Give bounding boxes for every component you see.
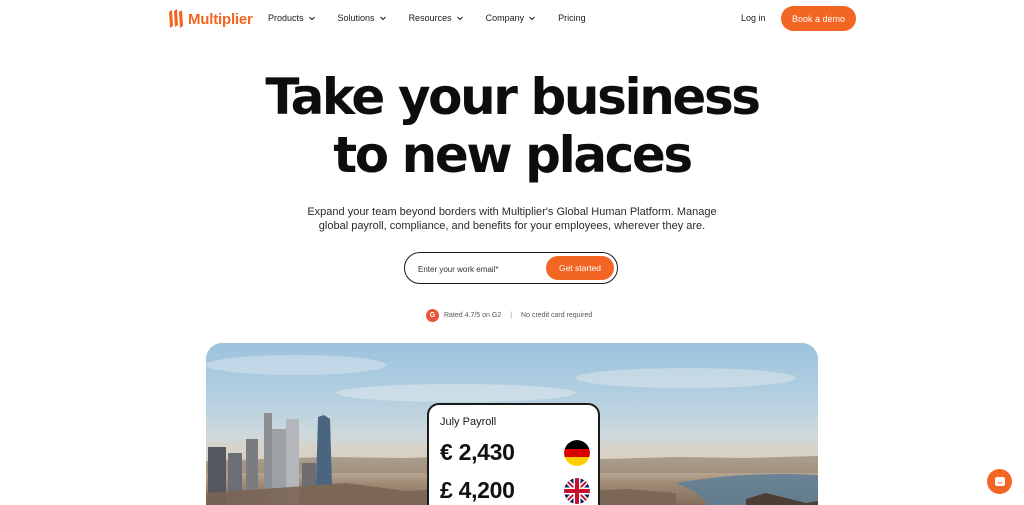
top-nav: Multiplier Products Solutions Resources … [0,0,1024,38]
payroll-amount: € 2,430 [440,439,515,465]
work-email-input[interactable] [418,261,538,277]
login-link[interactable]: Log in [741,13,766,23]
payroll-row: € 2,430 [440,439,590,466]
rating-text: Rated 4.7/5 on G2 [444,312,502,319]
chevron-down-icon [456,16,463,21]
nav-item-products[interactable]: Products [268,13,316,23]
chat-button[interactable] [987,469,1012,494]
multiplier-logo-icon [169,9,183,28]
get-started-button[interactable]: Get started [546,256,614,280]
payroll-amount: £ 4,200 [440,477,515,503]
hero-subtitle-line2: global payroll, compliance, and benefits… [318,220,706,232]
nav-item-label: Resources [408,13,452,23]
brand-name: Multiplier [188,10,253,28]
payroll-card: July Payroll € 2,430 £ 4,200 [427,403,600,505]
nav-item-label: Solutions [337,13,375,23]
nav-item-pricing[interactable]: Pricing [558,13,586,23]
payroll-card-title: July Payroll [440,416,497,428]
hero-subtitle: Expand your team beyond borders with Mul… [0,205,1024,233]
hero-title-line1: Take your business [265,68,761,126]
hero-subtitle-line1: Expand your team beyond borders with Mul… [307,206,717,218]
nav-item-label: Pricing [558,13,586,23]
nav-item-label: Products [268,13,304,23]
nav-item-company[interactable]: Company [486,13,537,23]
uk-flag-icon [564,477,590,504]
chevron-down-icon [308,16,315,21]
hero-title: Take your business to new places [0,68,1024,184]
book-demo-button[interactable]: Book a demo [781,6,856,31]
nav-item-label: Company [485,13,525,23]
chevron-down-icon [529,16,535,21]
germany-flag-icon [564,439,590,466]
no-card-text: No credit card required [521,312,593,319]
g2-logo-icon: G [426,309,439,322]
chat-icon [994,476,1005,486]
nav-item-resources[interactable]: Resources [409,13,464,23]
nav-item-solutions[interactable]: Solutions [338,13,387,23]
hero-title-line2: to new places [333,126,693,184]
rating-row: G Rated 4.7/5 on G2 | No credit card req… [426,309,592,322]
email-signup-form: Get started [404,252,618,284]
chevron-down-icon [379,16,386,21]
divider: | [510,312,513,319]
logo[interactable]: Multiplier [168,8,253,30]
main-menu: Products Solutions Resources Company Pri… [268,13,608,23]
payroll-row: £ 4,200 [440,477,590,504]
